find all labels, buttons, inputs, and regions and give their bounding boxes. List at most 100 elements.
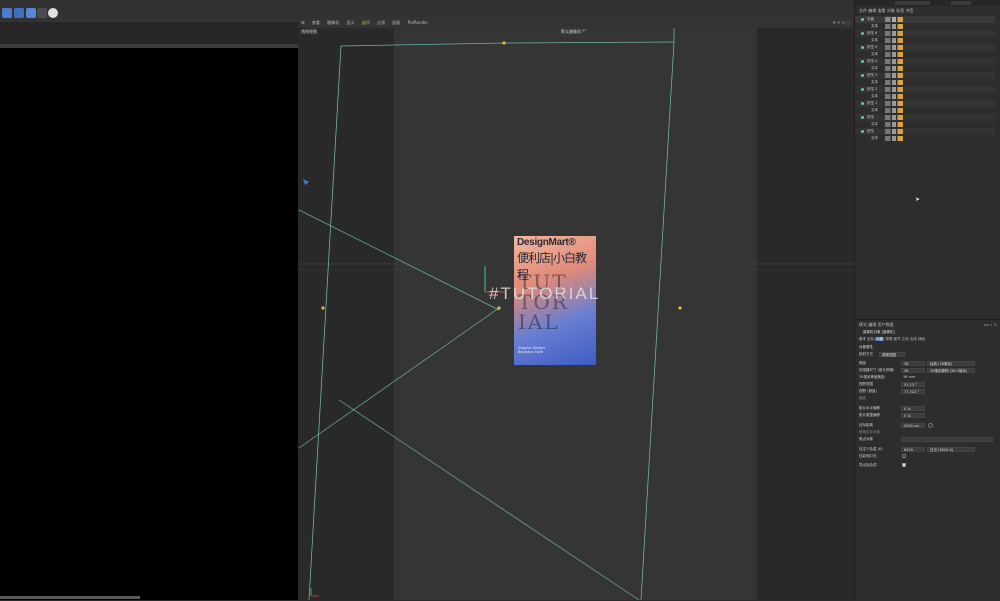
viewport-menu-display[interactable]: 显示	[346, 20, 354, 25]
attr-row-focus-object: 焦点对象	[859, 436, 873, 443]
viewport-menu-options[interactable]: 选项	[362, 20, 370, 25]
object-row[interactable]: 挤压 4	[855, 58, 995, 65]
attr-tab-physical[interactable]: 物理	[885, 337, 892, 341]
object-row[interactable]: 挤压 1	[855, 100, 995, 107]
attr-tab-object[interactable]: 对象	[875, 337, 885, 341]
attr-row-affect-lights: 仅影响灯光	[859, 453, 877, 460]
picture-viewer-icon[interactable]	[37, 8, 47, 18]
attr-label: 传感器尺寸 (胶片规格)	[859, 368, 895, 372]
attr-label: 焦点对象	[859, 437, 873, 441]
om-menu-edit[interactable]: 编辑	[868, 8, 876, 13]
object-row[interactable]: 挤压 2	[855, 86, 995, 93]
film-offset-x-field[interactable]: 0 %	[901, 406, 925, 411]
attr-row-color-temp: 自定义色温 (K)	[859, 446, 883, 453]
attr-menu-edit[interactable]: 编辑	[868, 322, 876, 327]
viewport-menu-filter[interactable]: 过滤	[377, 20, 385, 25]
sensor-size-field[interactable]: 36	[901, 368, 925, 373]
object-row[interactable]: 挤压 3	[855, 72, 995, 79]
active-camera-label[interactable]: 默认摄像机:*°	[561, 29, 586, 35]
fov-field[interactable]: 53.13 °	[901, 382, 925, 387]
attr-row-film-v: 胶片垂直偏移	[859, 412, 880, 419]
attr-label: 胶片垂直偏移	[859, 413, 880, 417]
object-name: 挤压	[867, 129, 874, 133]
object-row[interactable]: 文本	[855, 65, 995, 72]
viewport-menu-icon[interactable]: ☰	[301, 20, 305, 25]
object-name: 挤压 2	[867, 87, 878, 91]
object-row[interactable]: 挤压 5	[855, 44, 995, 51]
projection-dropdown[interactable]: 透视视图	[879, 352, 905, 357]
object-row[interactable]: 挤压	[855, 114, 995, 121]
focus-object-field[interactable]	[901, 437, 993, 442]
object-row[interactable]: 平面	[855, 16, 995, 23]
focal-length-field[interactable]: 36	[901, 361, 925, 366]
attr-label: 投射方式	[859, 352, 873, 356]
object-name: 文本	[871, 38, 878, 42]
attr-tab-stereo[interactable]: 立体	[902, 337, 909, 341]
attr-tab-details[interactable]: 细节	[894, 337, 901, 341]
fov-vertical-field[interactable]: 77.322 °	[901, 389, 925, 394]
viewport-nav-icons[interactable]: ✥ ⟳ ⊡ ▢	[832, 18, 850, 28]
object-row[interactable]: 文本	[855, 93, 995, 100]
color-temp-field[interactable]: 6500	[901, 447, 925, 452]
viewport[interactable]: 透视视图 默认摄像机:*° DesignMart® 便利店|小白教程 TUT T…	[299, 28, 854, 600]
attr-label: 缩放	[859, 396, 866, 400]
attr-tab-composite[interactable]: 合成	[910, 337, 917, 341]
object-row[interactable]: 文本	[855, 23, 995, 30]
object-row[interactable]: 挤压 6	[855, 30, 995, 37]
object-row[interactable]: 挤压	[855, 128, 995, 135]
object-row[interactable]: 文本	[855, 79, 995, 86]
light-bulb-icon[interactable]	[48, 8, 58, 18]
object-name: 文本	[871, 122, 878, 126]
left-scrollbar[interactable]	[0, 596, 140, 599]
layout-dropdown[interactable]	[895, 1, 930, 5]
object-row[interactable]: 文本	[855, 107, 995, 114]
attr-tab-spherical[interactable]: 球面	[918, 337, 925, 341]
viewport-menu-view[interactable]: 查看	[312, 20, 320, 25]
attr-menu-mode[interactable]: 模式	[859, 322, 867, 327]
export-composite-checkbox[interactable]	[902, 463, 906, 467]
viewport-menu-camera[interactable]: 摄像机	[327, 20, 339, 25]
object-name: 挤压 4	[867, 59, 878, 63]
om-menu-bookmarks[interactable]: 书签	[905, 8, 913, 13]
om-menu-view[interactable]: 查看	[878, 8, 886, 13]
target-distance-field[interactable]: 2000 cm	[901, 423, 925, 428]
render-view-icon[interactable]	[2, 8, 12, 18]
sensor-size-preset[interactable]: 35毫米静物 (36.0毫米)	[927, 368, 975, 373]
pick-target-icon[interactable]	[928, 423, 933, 428]
attr-tabs: 基本 坐标 对象 物理 细节 立体 合成 球面	[859, 337, 925, 342]
film-offset-y-field[interactable]: 0 %	[901, 413, 925, 418]
viewport-menu-panel[interactable]: 面板	[392, 20, 400, 25]
tutorial-overlay-text: #TUTORIAL	[489, 284, 601, 303]
object-row[interactable]: 文本	[855, 51, 995, 58]
object-row[interactable]: 文本	[855, 135, 995, 142]
object-row[interactable]: 文本	[855, 37, 995, 44]
attr-tab-coord[interactable]: 坐标	[867, 337, 874, 341]
object-name: 文本	[871, 24, 878, 28]
affect-lights-checkbox[interactable]	[902, 454, 906, 458]
layout-bar	[855, 0, 1000, 6]
attr-row-export-composite: 导出到合成	[859, 462, 877, 469]
color-temp-preset[interactable]: 日光 (6500 K)	[927, 447, 975, 452]
om-menu-object[interactable]: 对象	[887, 8, 895, 13]
frustum-handle-right	[678, 306, 682, 310]
frustum-handle-left	[321, 306, 325, 310]
object-name: 文本	[871, 80, 878, 84]
focal-length-preset[interactable]: 经典 (36毫米)	[927, 361, 975, 366]
poster-big-line-3: IAL	[518, 310, 560, 334]
attr-menu-user-data[interactable]: 用户数据	[878, 322, 894, 327]
render-icon[interactable]	[14, 8, 24, 18]
object-name: 文本	[871, 94, 878, 98]
attr-label: 胶片水平偏移	[859, 406, 880, 410]
render-settings-icon[interactable]	[26, 8, 36, 18]
om-menu-file[interactable]: 文件	[859, 8, 867, 13]
attr-label: 使用目标对象	[859, 430, 880, 434]
viewport-menu-prorender[interactable]: ProRender	[408, 20, 429, 25]
om-menu-tags[interactable]: 标签	[896, 8, 904, 13]
layout-dropdown-2[interactable]	[951, 1, 971, 5]
object-row[interactable]: 文本	[855, 121, 995, 128]
attr-nav-icons[interactable]: ◂ ▸ ⌕ ⊙	[984, 322, 997, 327]
target-handle	[497, 306, 501, 310]
left-render-view[interactable]	[0, 48, 298, 600]
attr-label: 35毫米等值焦距:	[859, 375, 886, 379]
attr-tab-basic[interactable]: 基本	[859, 337, 866, 341]
